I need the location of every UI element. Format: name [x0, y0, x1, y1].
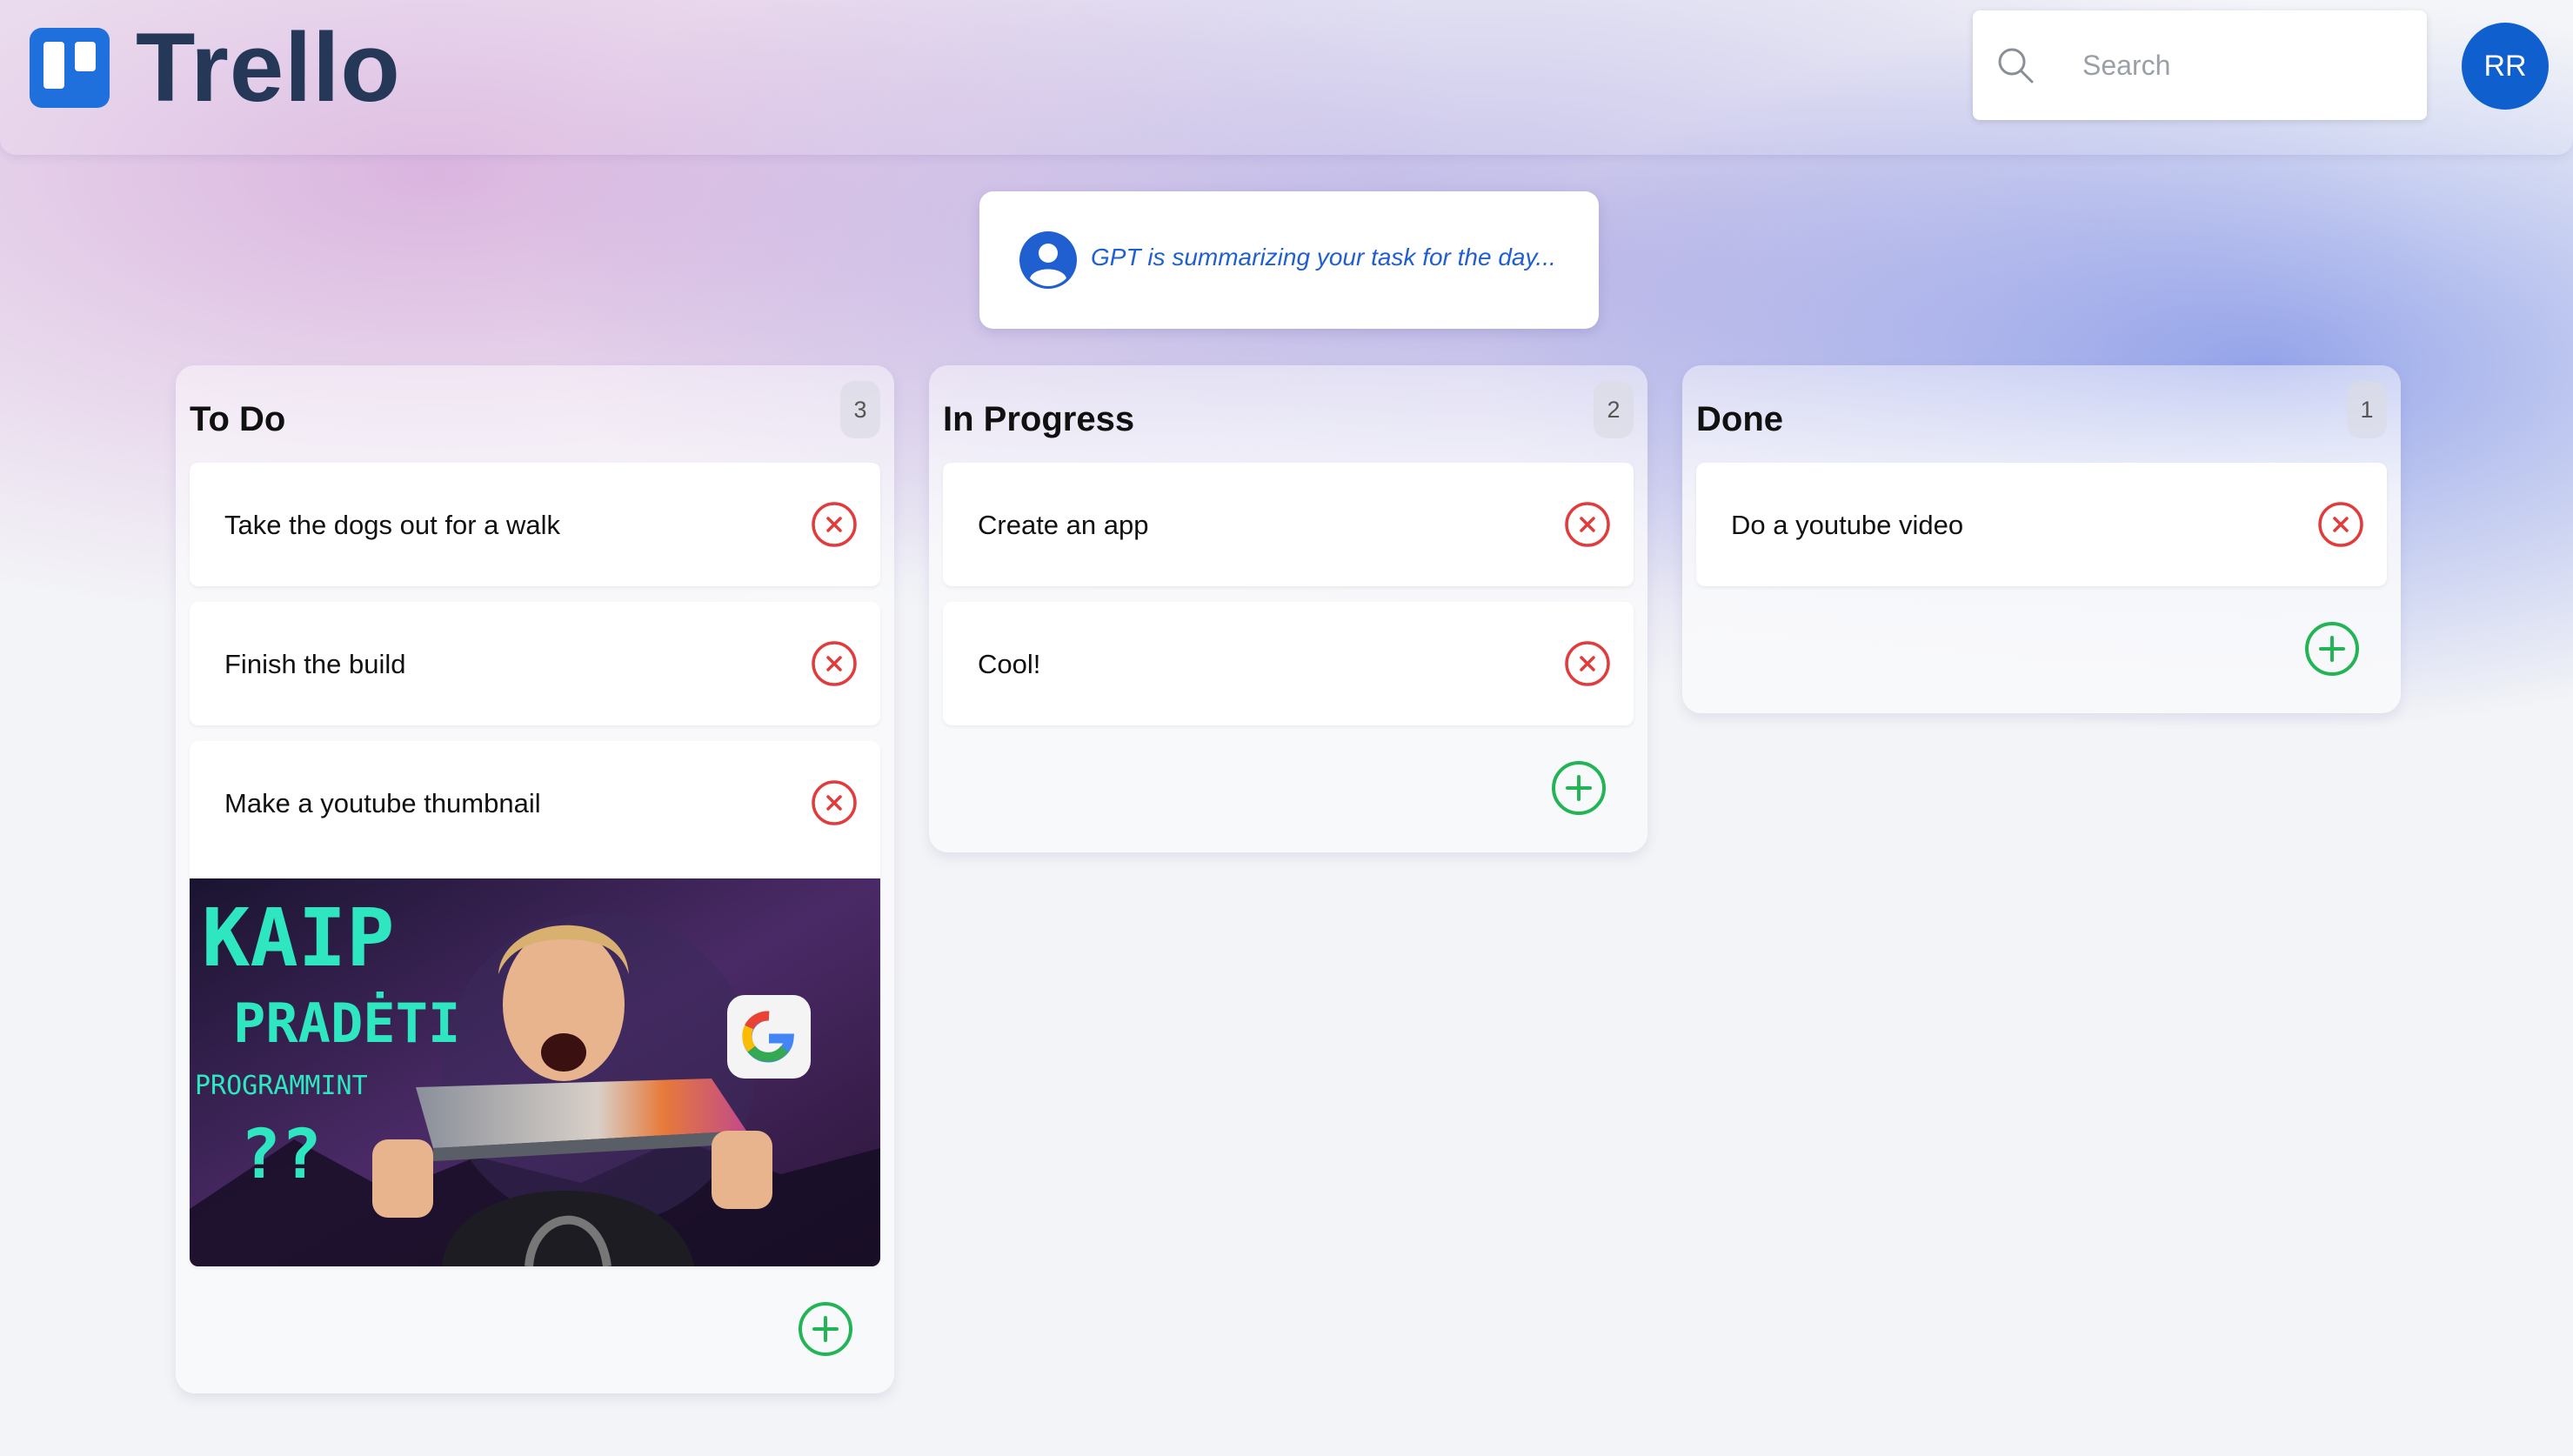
task-card[interactable]: Cool!: [943, 602, 1634, 725]
task-text: Make a youtube thumbnail: [224, 788, 541, 818]
card-count-badge: 3: [840, 381, 880, 438]
task-text: Cool!: [978, 649, 1041, 679]
close-circle-icon[interactable]: [810, 500, 859, 549]
column-title: Done: [1696, 400, 1783, 438]
search-input[interactable]: [2081, 37, 2406, 94]
gpt-status-text: GPT is summarizing your task for the day…: [1091, 244, 1556, 270]
task-card[interactable]: Finish the build: [190, 602, 880, 725]
card-count-badge: 1: [2347, 381, 2387, 438]
close-circle-icon[interactable]: [810, 639, 859, 688]
user-circle-icon: [1019, 231, 1077, 289]
task-card[interactable]: Take the dogs out for a walk: [190, 463, 880, 586]
task-text: Do a youtube video: [1731, 510, 1964, 540]
column-done: Done 1 Do a youtube video: [1682, 365, 2401, 713]
task-card[interactable]: Do a youtube video: [1696, 463, 2387, 586]
app-name: Trello: [136, 13, 401, 122]
column-todo: To Do 3 Take the dogs out for a walk Fin…: [176, 365, 894, 1393]
task-text: Finish the build: [224, 649, 406, 679]
close-circle-icon[interactable]: [1563, 639, 1612, 688]
add-card-button[interactable]: [796, 1299, 855, 1359]
thumbnail-text: KAIP: [202, 892, 395, 985]
thumbnail-text: PRADĖTI: [233, 992, 460, 1055]
column-title: To Do: [190, 400, 286, 438]
task-text: Create an app: [978, 510, 1149, 540]
close-circle-icon[interactable]: [1563, 500, 1612, 549]
thumbnail-text: PROGRAMMINT: [195, 1071, 368, 1101]
gpt-summary-box: GPT is summarizing your task for the day…: [979, 191, 1599, 329]
trello-logo[interactable]: Trello: [30, 13, 401, 122]
task-text: Take the dogs out for a walk: [224, 510, 561, 540]
thumbnail-text: ??: [240, 1116, 322, 1194]
column-title: In Progress: [943, 400, 1135, 438]
close-circle-icon[interactable]: [2316, 500, 2365, 549]
task-card[interactable]: Create an app: [943, 463, 1634, 586]
search-icon: [1998, 48, 2034, 83]
search-box[interactable]: [1973, 10, 2427, 120]
add-card-button[interactable]: [1549, 758, 1608, 818]
column-in-progress: In Progress 2 Create an app Cool!: [929, 365, 1647, 852]
youtube-thumbnail-image: KAIP PRADĖTI PROGRAMMINT ??: [190, 878, 880, 1266]
top-bar: Trello RR: [0, 0, 2573, 155]
card-count-badge: 2: [1594, 381, 1634, 438]
add-card-button[interactable]: [2302, 619, 2362, 678]
close-circle-icon[interactable]: [810, 778, 859, 827]
user-avatar[interactable]: RR: [2462, 23, 2549, 110]
trello-logo-icon: [30, 28, 110, 108]
task-card[interactable]: Make a youtube thumbnail KAIP PRADĖTI PR…: [190, 741, 880, 1266]
